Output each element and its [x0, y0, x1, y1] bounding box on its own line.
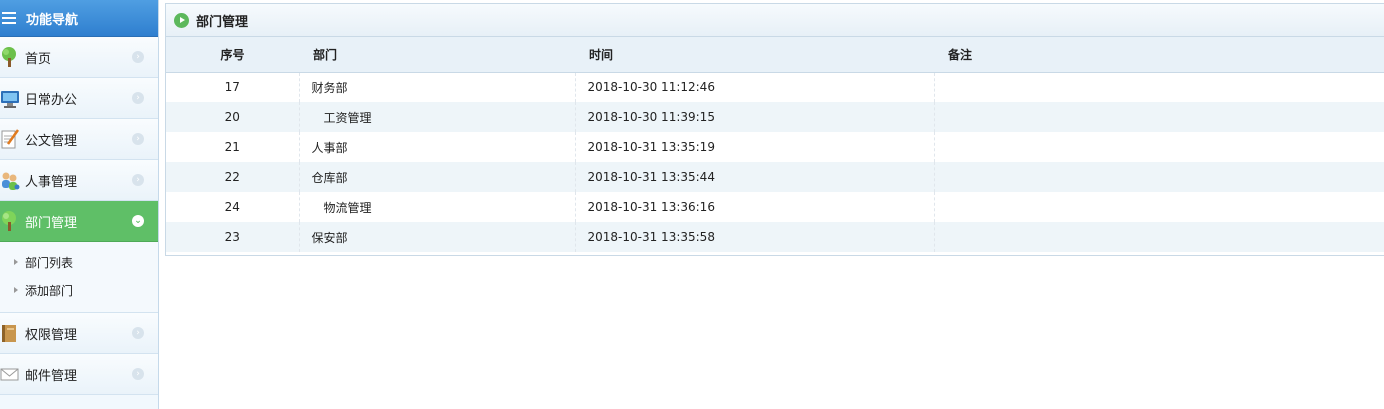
cell-department: 人事部 — [299, 132, 576, 162]
submenu-item-department-list[interactable]: 部门列表 — [0, 248, 158, 276]
cell-time: 2018-10-31 13:36:16 — [575, 192, 935, 222]
cell-id: 20 — [166, 102, 300, 132]
sidebar-item-label: 公文管理 — [25, 133, 78, 149]
department-name: 保安部 — [311, 230, 348, 245]
department-name: 财务部 — [311, 80, 348, 95]
department-name: 物流管理 — [323, 200, 372, 215]
table-header-row: 序号 部门 时间 备注 — [166, 37, 1384, 73]
column-header-note: 备注 — [934, 37, 1384, 73]
cell-id: 24 — [166, 192, 300, 222]
tree-icon — [0, 46, 20, 68]
cell-note — [934, 162, 1384, 192]
cell-note — [934, 132, 1384, 162]
play-circle-icon — [174, 12, 189, 28]
cell-id: 21 — [166, 132, 300, 162]
sidebar-item-hr[interactable]: 人事管理 › — [0, 160, 158, 201]
cell-department: 财务部 — [299, 72, 576, 102]
table-row[interactable]: 20 工资管理 2018-10-30 11:39:15 — [166, 102, 1384, 132]
chevron-right-icon: › — [132, 174, 144, 186]
cell-time: 2018-10-31 13:35:44 — [575, 162, 935, 192]
chevron-down-icon: ⌄ — [132, 215, 144, 227]
chevron-right-icon: › — [132, 327, 144, 339]
monitor-icon — [0, 87, 20, 109]
sidebar-item-label: 人事管理 — [25, 174, 78, 190]
cell-id: 17 — [166, 72, 300, 102]
cell-department: 仓库部 — [299, 162, 576, 192]
table-row[interactable]: 23 保安部 2018-10-31 13:35:58 — [166, 222, 1384, 252]
sidebar-item-label: 邮件管理 — [25, 368, 78, 384]
table-row[interactable]: 21 人事部 2018-10-31 13:35:19 — [166, 132, 1384, 162]
cell-time: 2018-10-30 11:12:46 — [575, 72, 935, 102]
cell-time: 2018-10-31 13:35:58 — [575, 222, 935, 252]
cell-department: 物流管理 — [299, 192, 576, 222]
table-row[interactable]: 22 仓库部 2018-10-31 13:35:44 — [166, 162, 1384, 192]
sidebar-item-label: 部门管理 — [25, 215, 78, 231]
column-header-department: 部门 — [299, 37, 575, 73]
cell-note — [934, 102, 1384, 132]
caret-right-icon — [14, 259, 18, 265]
cell-note — [934, 192, 1384, 222]
chevron-right-icon: › — [132, 133, 144, 145]
sidebar-item-label: 首页 — [25, 51, 52, 67]
sidebar-item-label: 权限管理 — [25, 327, 78, 343]
menu-icon — [2, 12, 16, 24]
department-submenu: 部门列表 添加部门 — [0, 242, 158, 313]
submenu-item-add-department[interactable]: 添加部门 — [0, 276, 158, 304]
cell-department: 工资管理 — [299, 102, 576, 132]
department-table: 序号 部门 时间 备注 17 财务部 2018-10-30 11:12:46 2… — [166, 37, 1384, 252]
sidebar-item-daily-office[interactable]: 日常办公 › — [0, 78, 158, 119]
department-name: 人事部 — [311, 140, 348, 155]
sidebar-item-documents[interactable]: 公文管理 › — [0, 119, 158, 160]
submenu-item-label: 添加部门 — [25, 283, 74, 298]
page-title: 部门管理 — [196, 14, 249, 30]
sidebar-title: 功能导航 — [26, 12, 79, 28]
caret-right-icon — [14, 287, 18, 293]
cell-time: 2018-10-30 11:39:15 — [575, 102, 935, 132]
sidebar-item-mail[interactable]: 邮件管理 › — [0, 354, 158, 395]
book-icon — [0, 322, 20, 344]
chevron-right-icon: › — [132, 51, 144, 63]
column-header-id: 序号 — [166, 37, 299, 73]
department-name: 工资管理 — [323, 110, 372, 125]
tree-icon — [0, 210, 20, 232]
cell-note — [934, 222, 1384, 252]
document-pen-icon — [0, 128, 20, 150]
department-name: 仓库部 — [311, 170, 348, 185]
sidebar: 功能导航 首页 › 日常办公 › 公文管理 › 人事管理 › 部门管理 ⌄ 部门… — [0, 0, 159, 409]
table-row[interactable]: 17 财务部 2018-10-30 11:12:46 — [166, 72, 1384, 102]
sidebar-item-label: 日常办公 — [25, 92, 78, 108]
cell-id: 22 — [166, 162, 300, 192]
cell-department: 保安部 — [299, 222, 576, 252]
main-panel: 部门管理 序号 部门 时间 备注 17 财务部 2018-10-30 11:12… — [165, 3, 1384, 256]
envelope-icon — [0, 363, 20, 385]
chevron-right-icon: › — [132, 92, 144, 104]
people-icon — [0, 169, 20, 191]
panel-header: 部门管理 — [166, 4, 1384, 37]
sidebar-item-home[interactable]: 首页 › — [0, 37, 158, 78]
sidebar-item-department[interactable]: 部门管理 ⌄ — [0, 201, 158, 242]
sidebar-header: 功能导航 — [0, 0, 158, 37]
column-header-time: 时间 — [575, 37, 934, 73]
submenu-item-label: 部门列表 — [25, 255, 74, 270]
chevron-right-icon: › — [132, 368, 144, 380]
cell-id: 23 — [166, 222, 300, 252]
table-row[interactable]: 24 物流管理 2018-10-31 13:36:16 — [166, 192, 1384, 222]
cell-time: 2018-10-31 13:35:19 — [575, 132, 935, 162]
sidebar-item-permissions[interactable]: 权限管理 › — [0, 313, 158, 354]
cell-note — [934, 72, 1384, 102]
